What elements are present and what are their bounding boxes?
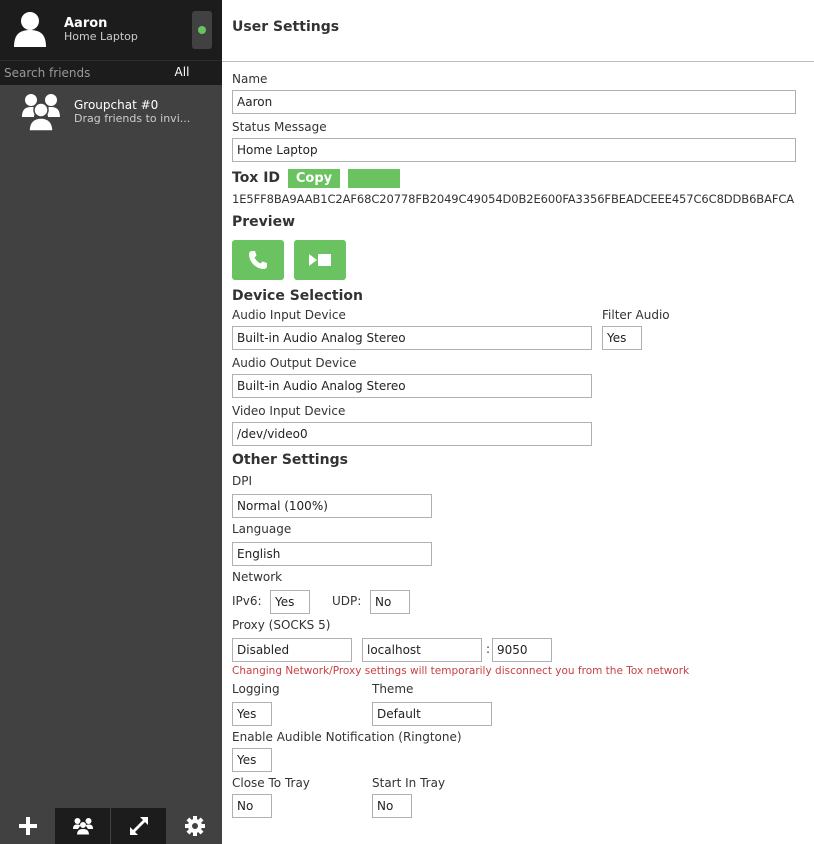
tox-id-extra-button[interactable] [348, 169, 400, 188]
theme-select[interactable]: Default [372, 702, 492, 726]
create-groupchat-button[interactable] [55, 808, 110, 844]
video-camera-icon [309, 254, 331, 266]
filter-audio-select[interactable]: Yes [602, 326, 642, 350]
proxy-label: Proxy (SOCKS 5) [232, 618, 331, 632]
tox-id-value: 1E5FF8BA9AAB1C2AF68C20778FB2049C49054D0B… [232, 192, 795, 206]
divider [222, 61, 814, 62]
friend-list-item-groupchat[interactable]: Groupchat #0 Drag friends to invi... [0, 85, 222, 137]
udp-select[interactable]: No [370, 590, 410, 614]
ringtone-label: Enable Audible Notification (Ringtone) [232, 730, 462, 744]
search-bar: All [0, 60, 222, 85]
video-input-select[interactable]: /dev/video0 [232, 422, 592, 446]
search-friends-input[interactable] [0, 61, 160, 85]
theme-label: Theme [372, 682, 414, 696]
transfer-icon [129, 817, 148, 835]
friend-filter-dropdown[interactable]: All [162, 65, 202, 79]
filter-audio-label: Filter Audio [602, 308, 670, 322]
audio-output-select[interactable]: Built-in Audio Analog Stereo [232, 374, 592, 398]
dpi-select[interactable]: Normal (100%) [232, 494, 432, 518]
proxy-host-field[interactable]: localhost [362, 638, 482, 662]
add-friend-button[interactable] [0, 808, 55, 844]
plus-icon [18, 817, 37, 835]
ringtone-select[interactable]: Yes [232, 748, 272, 772]
audio-output-label: Audio Output Device [232, 356, 357, 370]
proxy-type-select[interactable]: Disabled [232, 638, 352, 662]
start-in-tray-select[interactable]: No [372, 794, 412, 818]
proxy-port-field[interactable]: 9050 [492, 638, 552, 662]
self-status-message[interactable]: Home Laptop [64, 30, 138, 43]
preview-video-call-button[interactable] [294, 240, 346, 280]
file-transfers-button[interactable] [111, 808, 166, 844]
groupchat-description: Drag friends to invi... [74, 112, 191, 125]
device-selection-heading: Device Selection [232, 288, 363, 304]
preview-audio-call-button[interactable] [232, 240, 284, 280]
language-select[interactable]: English [232, 542, 432, 566]
online-status-icon [198, 26, 206, 34]
sidebar-toolbar [0, 808, 222, 844]
tox-id-heading: Tox ID [232, 170, 281, 186]
audio-input-select[interactable]: Built-in Audio Analog Stereo [232, 326, 592, 350]
page-title: User Settings [232, 19, 340, 35]
gear-icon [184, 816, 205, 836]
sidebar: Aaron Home Laptop All Groupchat #0 Drag … [0, 0, 222, 844]
audio-input-label: Audio Input Device [232, 308, 346, 322]
close-to-tray-select[interactable]: No [232, 794, 272, 818]
proxy-port-separator: : [486, 642, 491, 656]
ipv6-select[interactable]: Yes [270, 590, 310, 614]
close-to-tray-label: Close To Tray [232, 776, 310, 790]
groupchat-avatar-icon [22, 94, 60, 131]
phone-icon [249, 251, 267, 269]
groupchat-name: Groupchat #0 [74, 98, 159, 112]
settings-button[interactable] [167, 808, 222, 844]
copy-tox-id-button[interactable]: Copy [288, 169, 340, 188]
video-input-label: Video Input Device [232, 404, 346, 418]
ipv6-label: IPv6: [232, 594, 262, 608]
preview-heading: Preview [232, 214, 296, 230]
status-message-label: Status Message [232, 120, 327, 134]
dpi-label: DPI [232, 474, 253, 488]
udp-label: UDP: [332, 594, 362, 608]
status-message-field[interactable]: Home Laptop [232, 138, 796, 162]
groupchat-icon [72, 818, 93, 835]
logging-select[interactable]: Yes [232, 702, 272, 726]
name-field[interactable]: Aaron [232, 90, 796, 114]
language-label: Language [232, 522, 292, 536]
settings-panel: User Settings Name Aaron Status Message … [222, 0, 814, 844]
network-warning: Changing Network/Proxy settings will tem… [232, 665, 690, 677]
self-panel: Aaron Home Laptop [0, 0, 222, 60]
status-button[interactable] [192, 11, 212, 49]
start-in-tray-label: Start In Tray [372, 776, 446, 790]
user-avatar-icon[interactable] [12, 10, 48, 48]
network-label: Network [232, 570, 283, 584]
other-settings-heading: Other Settings [232, 452, 348, 468]
name-label: Name [232, 72, 268, 86]
logging-label: Logging [232, 682, 280, 696]
self-name[interactable]: Aaron [64, 16, 107, 31]
